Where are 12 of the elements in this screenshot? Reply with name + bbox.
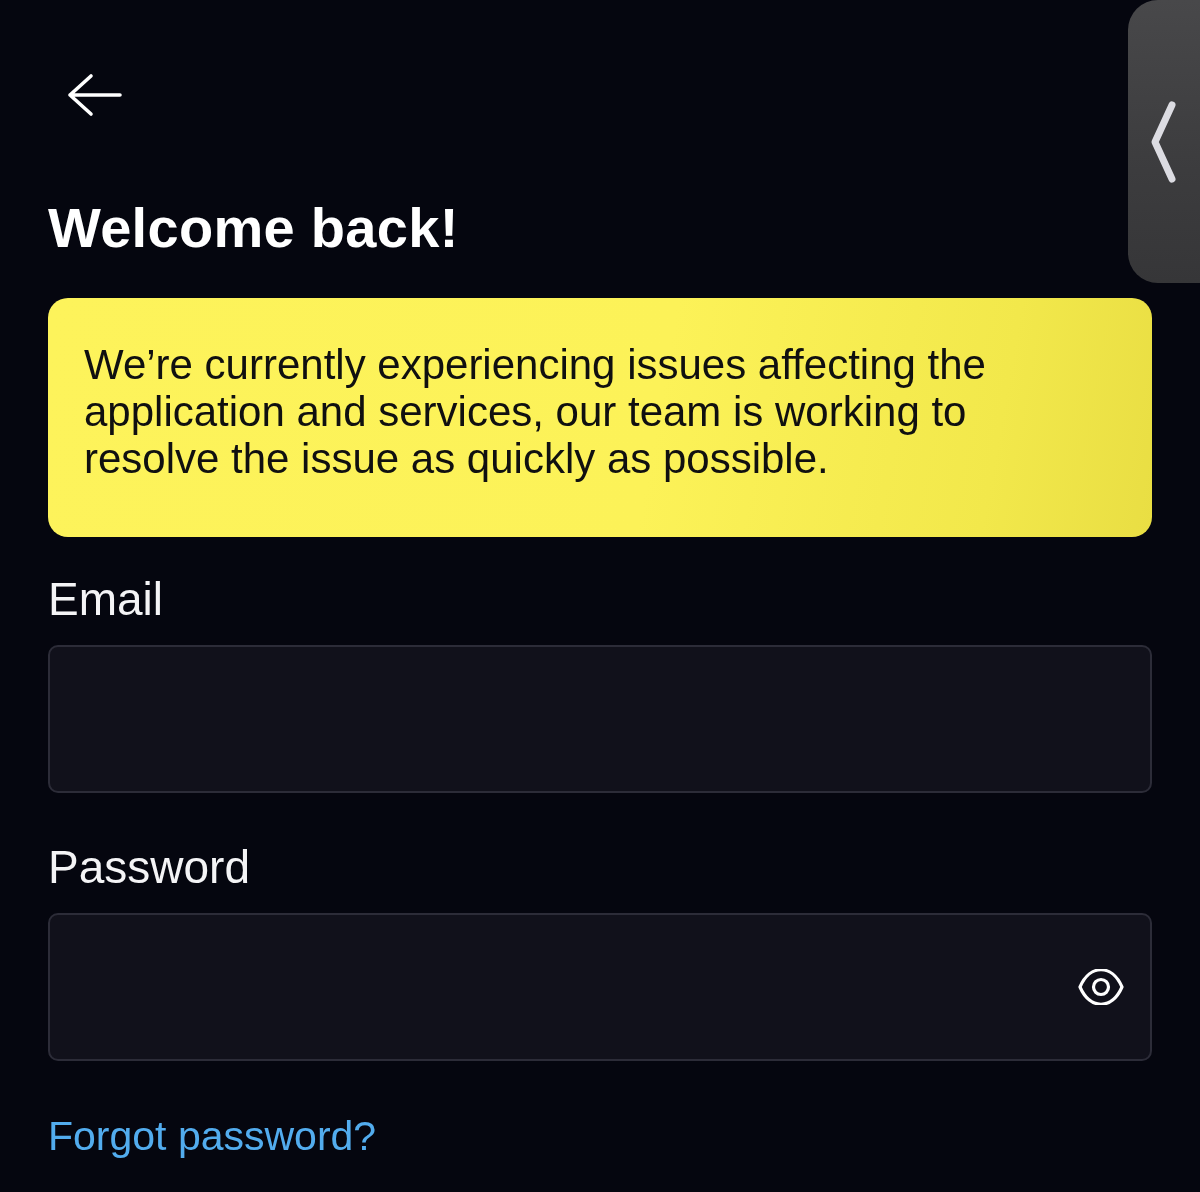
password-field[interactable] bbox=[48, 913, 1152, 1061]
field-label: Password bbox=[48, 841, 250, 893]
eye-icon[interactable] bbox=[1078, 969, 1124, 1005]
email-field[interactable] bbox=[48, 645, 1152, 793]
chevron-left-icon bbox=[1150, 99, 1178, 184]
page-title: Welcome back! bbox=[48, 196, 459, 260]
field-label: Email bbox=[48, 573, 164, 625]
forgot-password-link[interactable]: Forgot password? bbox=[48, 1112, 377, 1160]
back-arrow-icon bbox=[67, 73, 123, 117]
notice-text: We’re currently experiencing issues affecting the application and services, our team is working to resolve the issue as quickly as possible. bbox=[84, 341, 987, 482]
side-panel-handle[interactable] bbox=[1128, 0, 1200, 283]
back-button[interactable] bbox=[67, 73, 123, 117]
